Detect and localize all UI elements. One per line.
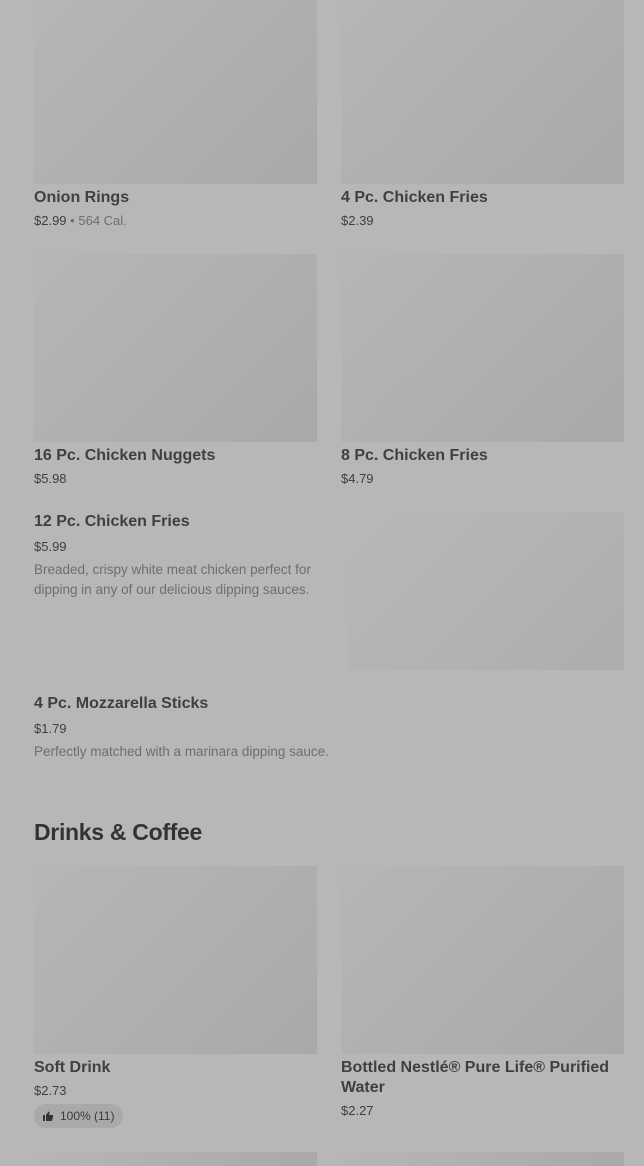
item-description: Perfectly matched with a marinara dippin… [34,744,329,759]
item-name[interactable]: 16 Pc. Chicken Nuggets [34,446,215,466]
separator-dot: • [70,213,75,228]
item-image-16pc-chicken-nuggets[interactable] [34,254,317,442]
item-name[interactable]: 4 Pc. Chicken Fries [341,188,488,208]
item-image-next-left[interactable] [34,1152,317,1166]
item-price: $5.99 [34,539,67,554]
item-calories: 564 Cal. [78,213,127,228]
item-image-next-right[interactable] [341,1152,624,1166]
item-image-onion-rings[interactable] [34,0,317,184]
item-price: $2.39 [341,213,374,228]
item-price: $2.99 [34,213,67,228]
item-name[interactable]: 8 Pc. Chicken Fries [341,446,488,466]
item-name[interactable]: Bottled Nestlé® Pure Life® Purified Wate… [341,1058,624,1098]
rating-value: 100% (11) [60,1109,115,1123]
item-image-soft-drink[interactable] [34,866,317,1054]
item-name[interactable]: Soft Drink [34,1058,110,1078]
item-image-bottled-water[interactable] [341,866,624,1054]
item-name[interactable]: 4 Pc. Mozzarella Sticks [34,694,208,714]
item-image-12pc-chicken-fries[interactable] [348,512,624,670]
item-name[interactable]: Onion Rings [34,188,129,208]
rating-badge: 100% (11) [34,1104,124,1128]
section-title: Drinks & Coffee [34,819,203,845]
item-description: Breaded, crispy white meat chicken perfe… [34,562,311,597]
item-price: $4.79 [341,471,374,486]
item-image-4pc-chicken-fries[interactable] [341,0,624,184]
item-price: $5.98 [34,471,67,486]
item-name[interactable]: 12 Pc. Chicken Fries [34,512,190,532]
item-image-8pc-chicken-fries[interactable] [341,254,624,442]
item-price-calories: $2.99 • 564 Cal. [34,213,127,229]
item-price: $1.79 [34,721,67,736]
item-price: $2.73 [34,1083,67,1098]
thumbs-up-icon [43,1111,54,1121]
item-price: $2.27 [341,1103,374,1118]
